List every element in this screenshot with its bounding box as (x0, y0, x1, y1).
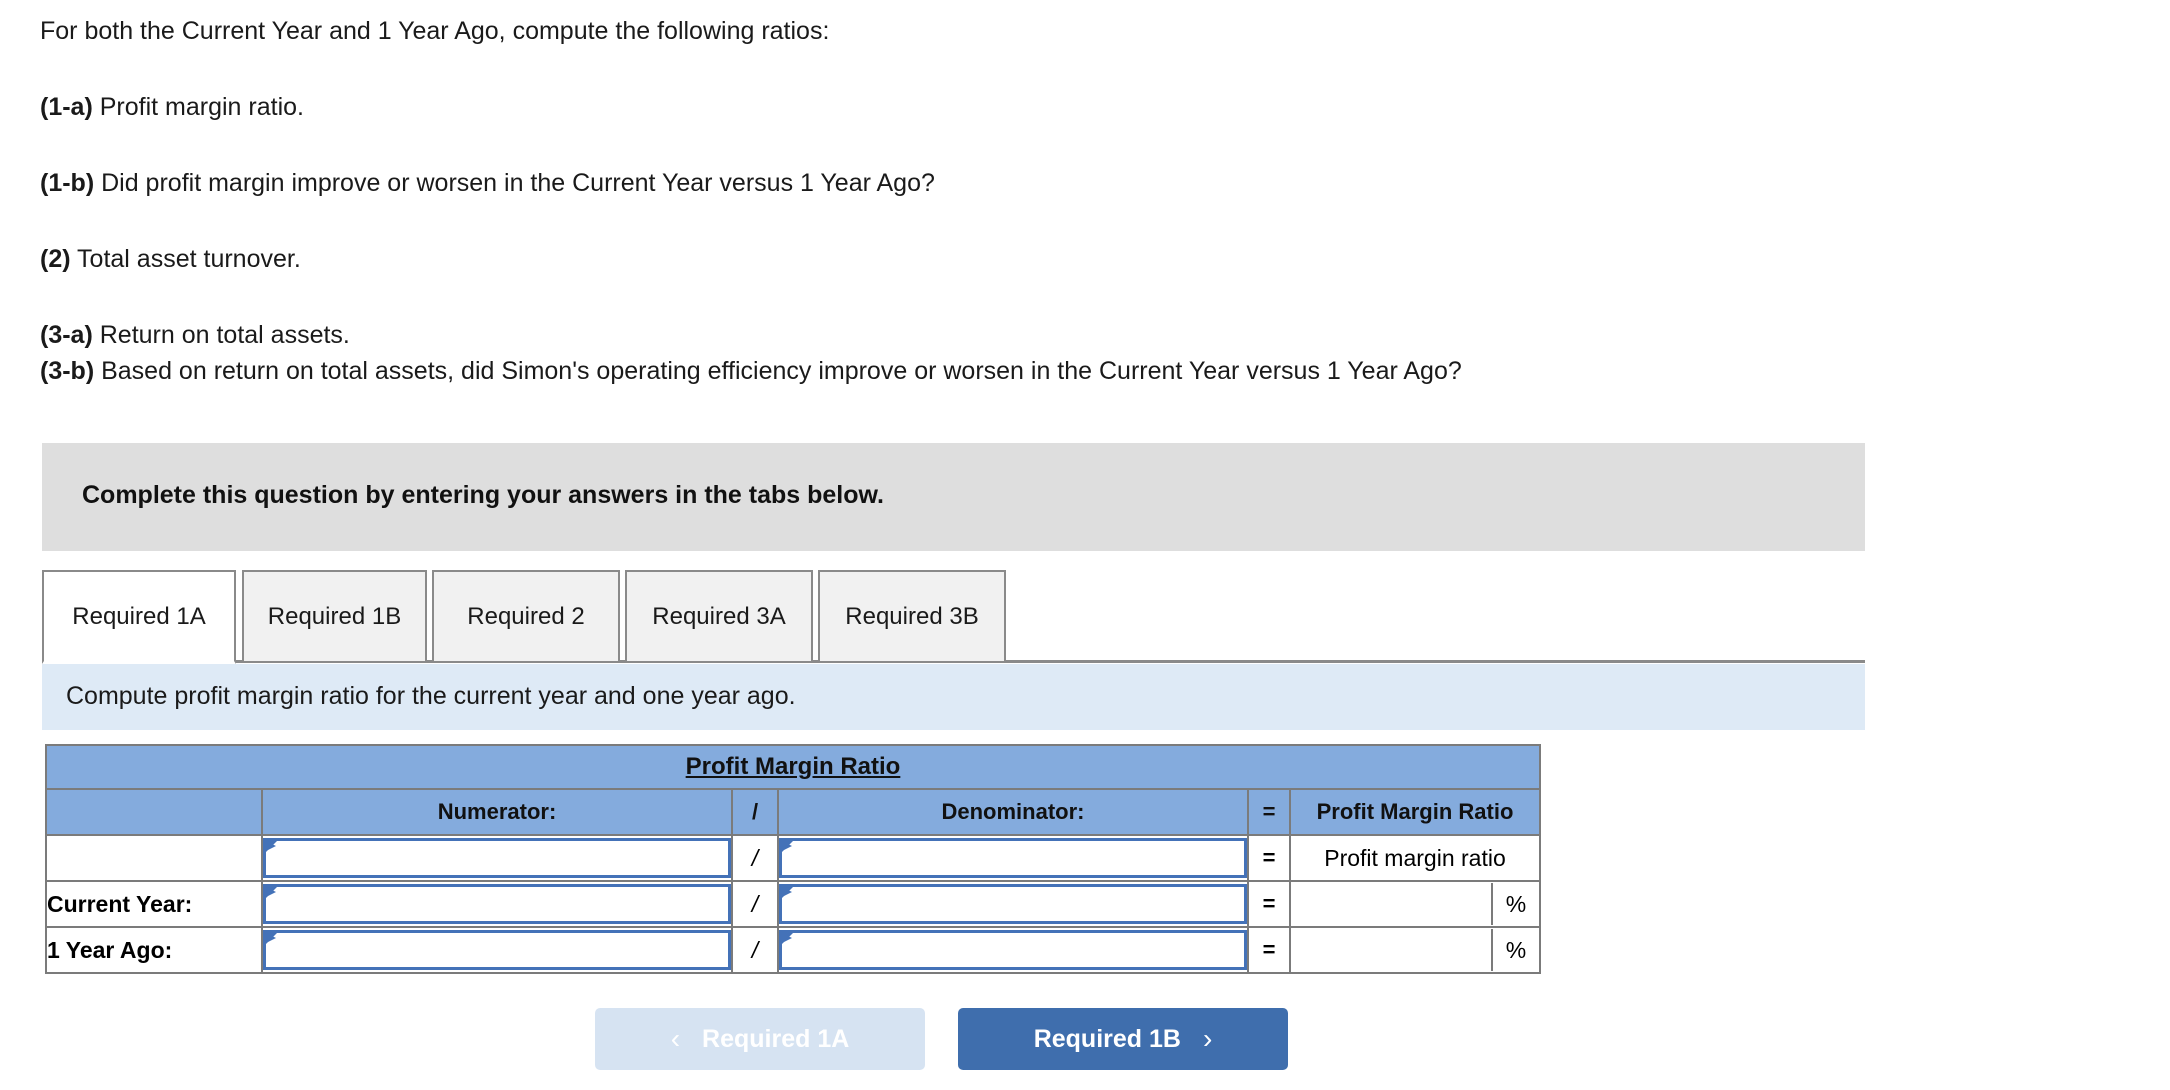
chevron-left-icon: ‹ (670, 1023, 681, 1054)
table-row: Current Year: / = % (45, 880, 1541, 928)
result-wrap-current-year: % (1291, 883, 1539, 925)
equals-current-year: = (1247, 880, 1291, 928)
row-label-current-year: Current Year: (45, 880, 263, 928)
slash-formula: / (731, 834, 779, 882)
instruction-banner-text: Complete this question by entering your … (82, 481, 884, 509)
row-label-formula (45, 834, 263, 882)
header-numerator: Numerator: (261, 788, 733, 836)
question-intro: For both the Current Year and 1 Year Ago… (40, 17, 830, 45)
item-2-text: Total asset turnover. (70, 245, 301, 273)
tab-required-3b[interactable]: Required 3B (818, 570, 1006, 663)
header-slash: / (731, 788, 779, 836)
numerator-input-current-year[interactable] (263, 884, 731, 924)
tab-required-3a[interactable]: Required 3A (625, 570, 813, 663)
tab-bar: Required 1A Required 1B Required 2 Requi… (42, 570, 1865, 664)
result-label-formula: Profit margin ratio (1289, 834, 1541, 882)
item-1a-text: Profit margin ratio. (92, 93, 304, 121)
item-3a-text: Return on total assets. (92, 321, 350, 349)
numerator-input-one-year-ago[interactable] (263, 930, 731, 970)
table-row: 1 Year Ago: / = % (45, 926, 1541, 974)
equals-one-year-ago: = (1247, 926, 1291, 974)
denominator-input-current-year[interactable] (779, 884, 1247, 924)
question-item-1b: (1-b) Did profit margin improve or worse… (40, 168, 935, 199)
row-label-one-year-ago: 1 Year Ago: (45, 926, 263, 974)
result-cell-current-year[interactable]: % (1289, 880, 1541, 928)
slash-one-year-ago: / (731, 926, 779, 974)
tab-required-1a[interactable]: Required 1A (42, 570, 236, 664)
numerator-input-cell-current-year[interactable] (261, 880, 733, 928)
header-result: Profit Margin Ratio (1289, 788, 1541, 836)
previous-required-button[interactable]: ‹ Required 1A (595, 1008, 925, 1070)
table-row: / = Profit margin ratio (45, 834, 1541, 882)
question-item-3a: (3-a) Return on total assets. (40, 320, 350, 351)
requirement-info-bar: Compute profit margin ratio for the curr… (42, 664, 1865, 730)
item-2-label: (2) (40, 245, 71, 273)
denominator-input-cell-one-year-ago[interactable] (777, 926, 1249, 974)
tab-required-1b[interactable]: Required 1B (242, 570, 427, 663)
tab-required-2[interactable]: Required 2 (432, 570, 620, 663)
next-required-button[interactable]: Required 1B › (958, 1008, 1288, 1070)
table-title: Profit Margin Ratio (685, 753, 901, 780)
previous-required-button-label: Required 1A (702, 1024, 850, 1053)
item-1b-label: (1-b) (40, 169, 95, 197)
numerator-input-cell-one-year-ago[interactable] (261, 926, 733, 974)
header-blank (45, 788, 263, 836)
denominator-input-cell-formula[interactable] (777, 834, 1249, 882)
next-required-button-label: Required 1B (1033, 1024, 1181, 1053)
table-header-row: Numerator: / Denominator: = Profit Margi… (45, 788, 1541, 836)
chevron-right-icon: › (1202, 1023, 1213, 1054)
percent-sign-current-year: % (1505, 890, 1527, 917)
question-page: For both the Current Year and 1 Year Ago… (0, 0, 2170, 1090)
profit-margin-ratio-table: Profit Margin Ratio Numerator: / Denomin… (45, 744, 1541, 974)
numerator-input-formula[interactable] (263, 838, 731, 878)
item-3b-text: Based on return on total assets, did Sim… (94, 357, 1462, 385)
item-1a-label: (1-a) (40, 93, 93, 121)
question-item-1a: (1-a) Profit margin ratio. (40, 92, 304, 123)
item-1b-text: Did profit margin improve or worsen in t… (94, 169, 935, 197)
requirement-info-text: Compute profit margin ratio for the curr… (66, 682, 796, 710)
numerator-input-cell-formula[interactable] (261, 834, 733, 882)
header-denominator: Denominator: (777, 788, 1249, 836)
header-equals: = (1247, 788, 1291, 836)
question-item-2: (2) Total asset turnover. (40, 244, 301, 275)
percent-sign-one-year-ago: % (1505, 936, 1527, 963)
slash-current-year: / (731, 880, 779, 928)
result-input-current-year[interactable] (1291, 883, 1493, 925)
table-title-cell: Profit Margin Ratio (45, 744, 1541, 790)
table-title-row: Profit Margin Ratio (45, 744, 1541, 790)
result-wrap-one-year-ago: % (1291, 929, 1539, 971)
denominator-input-one-year-ago[interactable] (779, 930, 1247, 970)
result-cell-one-year-ago[interactable]: % (1289, 926, 1541, 974)
instruction-banner: Complete this question by entering your … (42, 443, 1865, 551)
item-3b-label: (3-b) (40, 357, 95, 385)
denominator-input-cell-current-year[interactable] (777, 880, 1249, 928)
equals-formula: = (1247, 834, 1291, 882)
question-item-3b: (3-b) Based on return on total assets, d… (40, 356, 1462, 387)
denominator-input-formula[interactable] (779, 838, 1247, 878)
result-input-one-year-ago[interactable] (1291, 929, 1493, 971)
item-3a-label: (3-a) (40, 321, 93, 349)
